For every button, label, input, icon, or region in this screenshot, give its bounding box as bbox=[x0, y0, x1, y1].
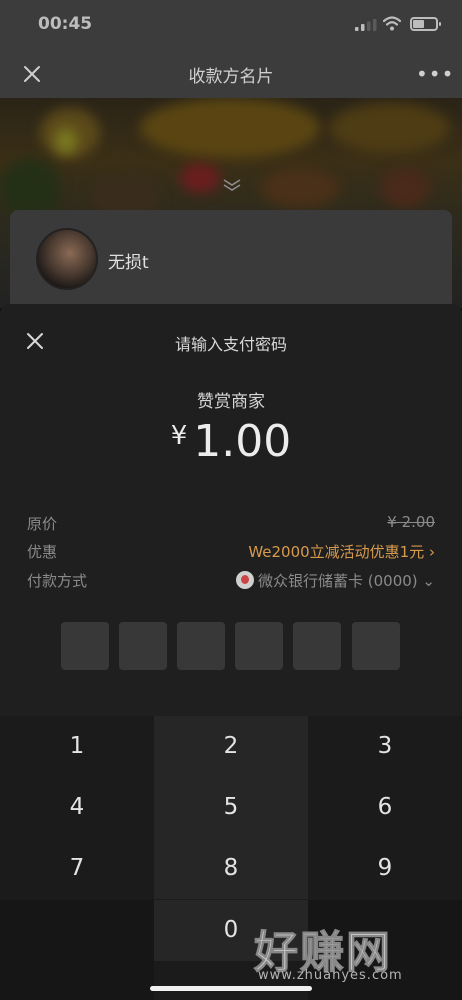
amount-value: 1.00 bbox=[193, 416, 292, 467]
payment-purpose: 赞赏商家 bbox=[197, 392, 265, 412]
wifi-icon bbox=[383, 16, 401, 31]
status-bar: 00:45 bbox=[0, 0, 462, 50]
pin-box[interactable] bbox=[177, 622, 225, 670]
payee-name: 无损t bbox=[108, 253, 149, 273]
page-title: 收款方名片 bbox=[188, 67, 274, 87]
pin-box[interactable] bbox=[293, 622, 341, 670]
key-9[interactable]: 9 bbox=[308, 838, 462, 899]
more-icon[interactable]: ••• bbox=[416, 62, 454, 86]
avatar bbox=[36, 228, 98, 290]
payment-sheet: 请输入支付密码 赞赏商家 ¥1.00 原价 ¥ 2.00 优惠 We2000立减… bbox=[0, 304, 462, 1000]
pin-box[interactable] bbox=[61, 622, 109, 670]
chevron-down-icon bbox=[223, 179, 241, 191]
watermark: 好赚网 www.zhuanyes.com bbox=[254, 916, 444, 990]
sheet-title: 请输入支付密码 bbox=[174, 335, 287, 354]
status-time: 00:45 bbox=[38, 14, 93, 34]
currency-symbol: ¥ bbox=[170, 421, 188, 451]
key-6[interactable]: 6 bbox=[308, 777, 462, 838]
bank-icon bbox=[236, 571, 255, 589]
cellular-signal-icon bbox=[355, 19, 377, 31]
payment-amount: ¥1.00 bbox=[0, 416, 462, 467]
original-price-value: ¥ 2.00 bbox=[387, 513, 435, 531]
pin-box[interactable] bbox=[235, 622, 283, 670]
battery-icon bbox=[410, 17, 441, 31]
key-5[interactable]: 5 bbox=[154, 777, 308, 838]
key-8[interactable]: 8 bbox=[154, 838, 308, 899]
watermark-url: www.zhuanyes.com bbox=[258, 968, 403, 983]
key-4[interactable]: 4 bbox=[0, 777, 154, 838]
pin-box[interactable] bbox=[352, 622, 400, 670]
key-1[interactable]: 1 bbox=[0, 716, 154, 777]
original-price-label: 原价 bbox=[27, 515, 58, 533]
original-price-row: 原价 ¥ 2.00 bbox=[27, 511, 435, 535]
pin-box[interactable] bbox=[119, 622, 167, 670]
discount-value[interactable]: We2000立减活动优惠1元 › bbox=[248, 541, 435, 562]
payee-card: 无损t bbox=[10, 210, 452, 310]
key-3[interactable]: 3 bbox=[308, 716, 462, 777]
payment-method-row[interactable]: 付款方式 微众银行储蓄卡 (0000) ⌄ bbox=[27, 568, 435, 592]
payment-method-value[interactable]: 微众银行储蓄卡 (0000) ⌄ bbox=[236, 570, 435, 591]
nav-bar: 收款方名片 ••• bbox=[0, 50, 462, 98]
key-blank bbox=[0, 900, 154, 1000]
discount-row[interactable]: 优惠 We2000立减活动优惠1元 › bbox=[27, 539, 435, 563]
payment-method-text: 微众银行储蓄卡 (0000) ⌄ bbox=[258, 572, 435, 590]
key-7[interactable]: 7 bbox=[0, 838, 154, 899]
home-indicator[interactable] bbox=[150, 986, 312, 991]
payment-method-label: 付款方式 bbox=[27, 572, 88, 590]
key-2[interactable]: 2 bbox=[154, 716, 308, 777]
discount-label: 优惠 bbox=[27, 543, 58, 561]
